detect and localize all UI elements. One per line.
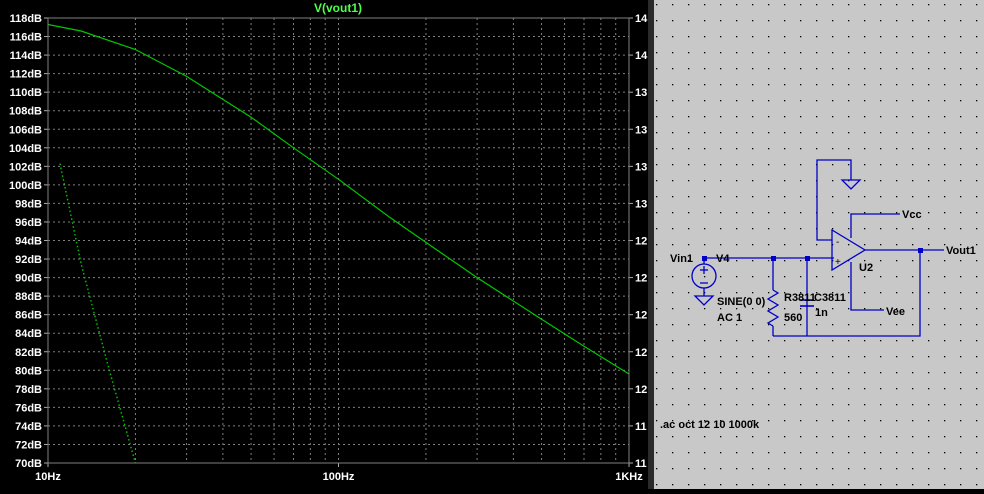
y-tick-label: 70dB <box>15 458 42 470</box>
y-tick-label: 96dB <box>15 217 42 229</box>
y-tick-label: 76dB <box>15 402 42 414</box>
y-tick-label: 84dB <box>15 328 42 340</box>
right-tick-label: 13 <box>635 161 647 173</box>
right-tick-label: 14 <box>635 13 648 25</box>
right-tick-label: 11 <box>635 421 647 433</box>
label-vin1[interactable]: Vin1 <box>670 253 693 265</box>
waveform-plot-pane[interactable]: V(vout1) 70dB 72dB 74dB 76dB 78dB 80dB 82dB 84d… <box>0 0 648 489</box>
right-tick-label: 12 <box>635 384 647 396</box>
y-tick-label: 116dB <box>10 32 42 44</box>
schematic-editor-pane[interactable]: - + Vin1 V4 SINE(0 0) AC 1 R3811 C3811 5… <box>654 0 984 493</box>
label-vout1[interactable]: Vout1 <box>946 245 976 257</box>
opamp-plus-pin: + <box>835 257 841 268</box>
y-tick-label: 104dB <box>9 143 42 155</box>
opamp-minus-pin: - <box>836 237 839 248</box>
y-tick-label: 112dB <box>10 69 42 81</box>
y-tick-label: 86dB <box>15 310 42 322</box>
trace-title[interactable]: V(vout1) <box>314 1 362 15</box>
right-tick-label: 13 <box>635 198 647 210</box>
y-tick-label: 82dB <box>15 347 42 359</box>
right-tick-label: 14 <box>635 50 648 62</box>
grid <box>48 18 629 463</box>
y-tick-label: 92dB <box>15 254 42 266</box>
x-tick-label: 1KHz <box>615 471 643 483</box>
y-tick-label: 74dB <box>15 421 42 433</box>
right-tick-label: 13 <box>635 87 647 99</box>
grid-dots <box>656 4 984 493</box>
label-r3811[interactable]: R3811 <box>784 292 816 304</box>
y-tick-label: 106dB <box>9 124 42 136</box>
right-tick-label: 12 <box>635 347 647 359</box>
y-tick-label: 110dB <box>10 87 42 99</box>
label-c-value[interactable]: 1n <box>815 307 828 319</box>
bode-plot[interactable]: V(vout1) 70dB 72dB 74dB 76dB 78dB 80dB 82dB 84d… <box>0 0 648 489</box>
label-sine[interactable]: SINE(0 0) <box>717 296 766 308</box>
y-tick-label: 78dB <box>15 384 42 396</box>
label-r-value[interactable]: 560 <box>784 312 802 324</box>
x-tick-label: 100Hz <box>323 471 355 483</box>
y-tick-label: 72dB <box>15 439 42 451</box>
y-tick-label: 80dB <box>15 365 42 377</box>
y-tick-label: 98dB <box>15 198 42 210</box>
spice-directive[interactable]: .ac oct 12 10 1000k <box>660 419 760 431</box>
y-tick-label: 94dB <box>15 236 42 248</box>
y-tick-label: 100dB <box>9 180 42 192</box>
right-tick-label: 13 <box>635 124 647 136</box>
phase-trace <box>59 163 137 464</box>
label-vee[interactable]: Vee <box>886 306 905 318</box>
y-tick-label: 88dB <box>15 291 42 303</box>
schematic-canvas[interactable]: - + Vin1 V4 SINE(0 0) AC 1 R3811 C3811 5… <box>654 0 984 493</box>
right-tick-label: 12 <box>635 310 647 322</box>
right-tick-label: 12 <box>635 273 647 285</box>
axis-ticks: 70dB 72dB 74dB 76dB 78dB 80dB 82dB 84dB 86dB 88dB… <box>9 13 648 483</box>
label-v4[interactable]: V4 <box>716 253 730 265</box>
label-ac[interactable]: AC 1 <box>717 312 742 324</box>
label-u2[interactable]: U2 <box>859 262 873 274</box>
x-tick-label: 10Hz <box>35 471 61 483</box>
label-vcc[interactable]: Vcc <box>902 209 922 221</box>
y-tick-label: 102dB <box>9 161 42 173</box>
label-c3811[interactable]: C3811 <box>814 292 846 304</box>
right-tick-label: 11 <box>635 458 647 470</box>
y-tick-label: 90dB <box>15 273 42 285</box>
y-tick-label: 108dB <box>9 106 42 118</box>
y-tick-label: 118dB <box>10 13 42 25</box>
right-tick-label: 12 <box>635 236 647 248</box>
y-tick-label: 114dB <box>10 50 42 62</box>
